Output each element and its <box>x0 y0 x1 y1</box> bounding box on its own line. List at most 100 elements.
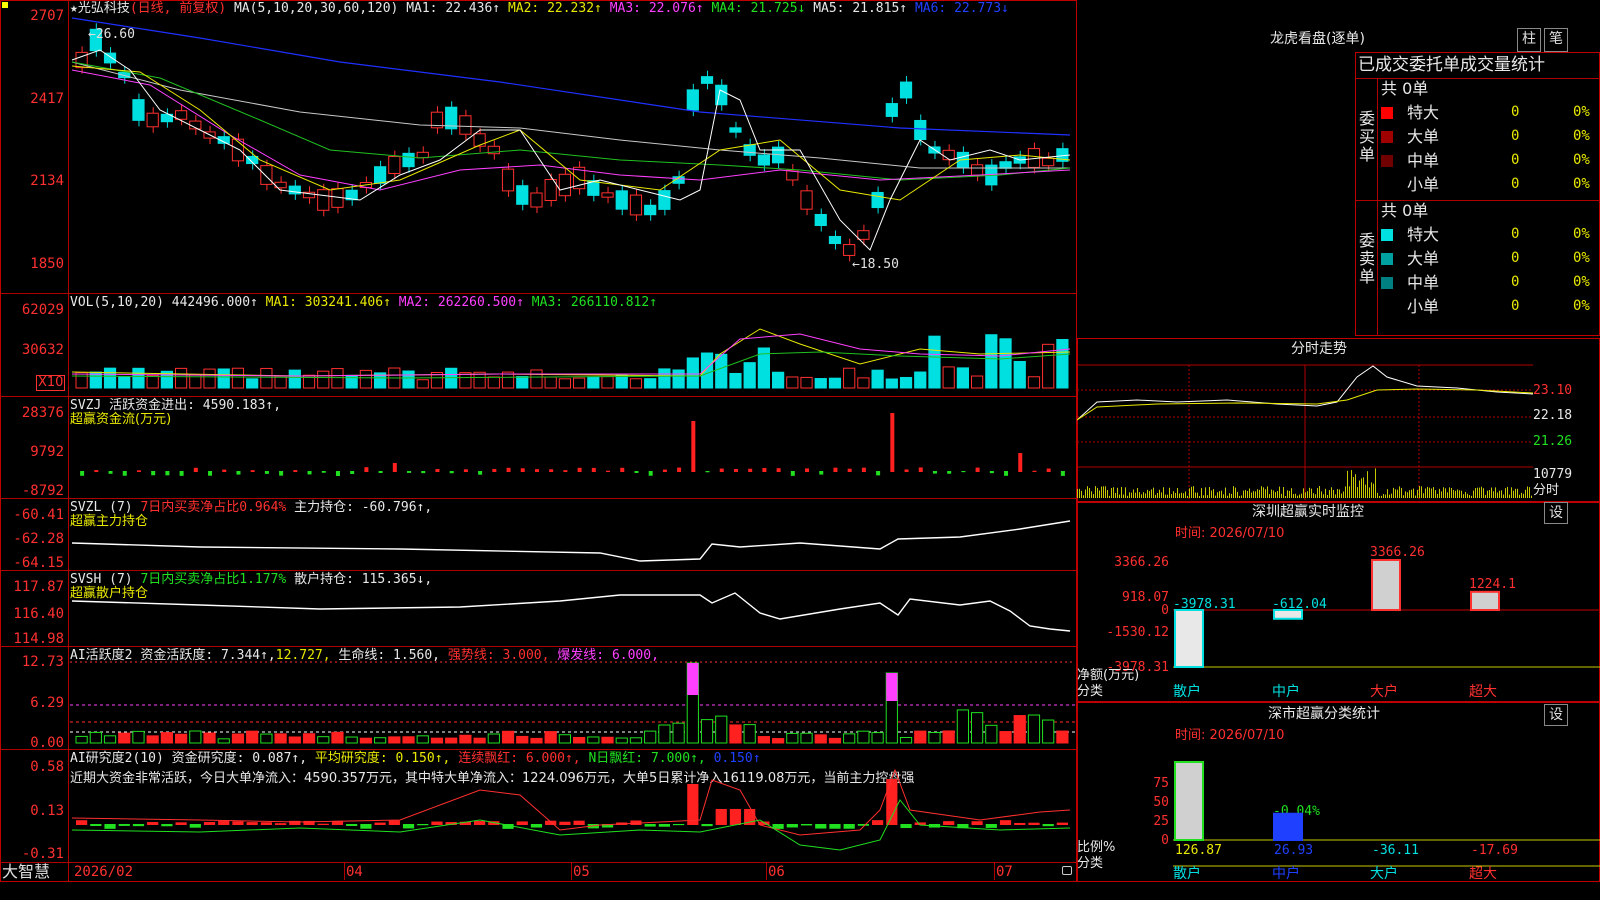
intraday-volume-bar <box>1437 493 1438 498</box>
svzj-bar <box>293 470 298 472</box>
intraday-volume-bar <box>1165 494 1166 498</box>
intraday-volume-bar <box>1327 494 1328 498</box>
svzl-chart[interactable] <box>0 499 1077 570</box>
intraday-volume-bar <box>1483 488 1484 498</box>
intraday-volume-bar <box>1309 487 1310 498</box>
sz-class-chart[interactable]: 126.87 散户 26.93 中户 -36.11 大户 -17.69 超大 <box>1077 702 1600 900</box>
candle-body <box>914 119 927 141</box>
ai-active-burst-bar <box>886 673 898 701</box>
order-size-label: 大单 <box>1407 127 1440 146</box>
intraday-volume-bar <box>1257 489 1258 498</box>
main-chart-area[interactable]: 2707 2417 2134 1850 ★光弘科技(日线, 前复权) MA(5,… <box>0 0 1077 882</box>
intraday-volume-bar <box>1173 491 1174 498</box>
intraday-axis-label: 21.26 <box>1533 434 1573 449</box>
svzj-bar <box>861 467 866 472</box>
intraday-volume-bar <box>1435 490 1436 498</box>
intraday-volume-bar <box>1335 494 1336 498</box>
sz-monitor-bar-label: -612.04 <box>1272 597 1327 612</box>
volume-bar <box>786 376 799 389</box>
intraday-volume-bar <box>1203 495 1204 498</box>
ai-active-bar <box>601 736 614 744</box>
intraday-volume-bar <box>1503 494 1504 498</box>
order-pct-value: 0% <box>1573 176 1590 192</box>
intraday-volume-bar <box>1381 495 1382 498</box>
intraday-volume-bar <box>1251 492 1252 498</box>
sz-class-category-label: 大户 <box>1370 865 1398 882</box>
bar-view-tab[interactable]: 柱 <box>1517 28 1541 52</box>
svzj-chart[interactable] <box>0 397 1077 498</box>
intraday-volume-bar <box>1477 487 1478 498</box>
ai-active-bar <box>445 737 458 744</box>
intraday-vol-unit: 分时 <box>1533 483 1560 498</box>
sz-monitor-category-label: 超大 <box>1469 684 1497 700</box>
volume-bar <box>800 376 813 389</box>
intraday-volume-bar <box>1171 494 1172 498</box>
intraday-volume-bar <box>1077 489 1078 498</box>
candle-body <box>558 173 571 197</box>
ai-active-bar <box>942 730 955 744</box>
candle-body <box>516 185 529 205</box>
legend-color-chip <box>1381 107 1393 119</box>
ai-active-bar <box>388 736 401 744</box>
svsh-chart[interactable] <box>0 571 1077 646</box>
order-size-label: 大单 <box>1407 249 1440 268</box>
intraday-chart[interactable] <box>1077 362 1533 500</box>
svzj-bar <box>648 471 653 476</box>
volume-chart[interactable] <box>0 294 1077 396</box>
svzj-bar <box>705 471 710 473</box>
candlestick-chart[interactable]: ←26.60 ←18.50 <box>0 0 1077 293</box>
intraday-volume-bar <box>1117 487 1118 498</box>
svzj-bar <box>634 471 639 473</box>
date-axis-label: 06 <box>768 864 785 880</box>
order-pct-value: 0% <box>1573 298 1590 314</box>
intraday-volume-bar <box>1111 488 1112 498</box>
sz-class-bars-group: 126.87 散户 26.93 中户 -36.11 大户 -17.69 超大 <box>1173 761 1518 882</box>
research-bar <box>900 824 912 829</box>
order-pct-value: 0% <box>1573 250 1590 266</box>
svzj-bars-group <box>80 413 1065 476</box>
ai-active-bar <box>118 732 131 744</box>
candle-body <box>374 166 387 184</box>
candle-body <box>899 81 913 99</box>
ai-active-chart[interactable] <box>0 647 1077 749</box>
ai-research-chart[interactable] <box>0 750 1077 862</box>
intraday-volume-bar <box>1137 488 1138 498</box>
ai-active-bar <box>999 731 1012 744</box>
sz-class-bar-label: -17.69 <box>1471 843 1518 858</box>
ai-active-bar <box>899 736 913 744</box>
ai-active-bar <box>715 715 728 744</box>
intraday-volume-bar <box>1281 493 1282 498</box>
intraday-volume-bar <box>1457 489 1458 498</box>
intraday-volume-bar <box>1209 487 1210 498</box>
ma1-line <box>71 49 1071 251</box>
intraday-volume-bar <box>1475 488 1476 498</box>
research-bar <box>317 823 329 825</box>
svzj-bar <box>492 468 497 472</box>
intraday-volume-bar <box>1515 488 1516 498</box>
intraday-volume-bar <box>1359 480 1360 498</box>
svzj-bar <box>563 470 568 472</box>
intraday-volume-bar <box>1529 487 1530 498</box>
intraday-volume-bar <box>1459 490 1460 498</box>
intraday-volume-bar <box>1099 490 1100 498</box>
intraday-volume-bar <box>1353 477 1354 498</box>
ai-active-burst-bar <box>687 663 699 695</box>
intraday-volume-bar <box>1509 494 1510 498</box>
intraday-volume-bar <box>1259 489 1260 498</box>
intraday-volume-bar <box>1123 494 1124 498</box>
sz-monitor-chart[interactable]: -3978.31 散户 -612.04 中户 3366.26 大户 1224.1 超大 <box>1077 522 1600 702</box>
sz-monitor-settings-button[interactable]: 设 <box>1544 502 1568 524</box>
date-axis-label: 05 <box>573 864 590 880</box>
lock-icon[interactable] <box>1062 866 1072 875</box>
research-bar <box>76 820 88 825</box>
research-bar <box>872 820 884 825</box>
ai-active-bar <box>231 733 245 744</box>
volume-bar <box>416 379 429 389</box>
candle-body <box>473 133 486 147</box>
legend-color-chip <box>1381 277 1393 289</box>
intraday-volume-bar <box>1519 494 1520 498</box>
research-bar <box>360 824 372 829</box>
ai-active-bar <box>146 735 159 744</box>
intraday-volume-bar <box>1145 493 1146 498</box>
pen-view-tab[interactable]: 笔 <box>1544 28 1568 52</box>
